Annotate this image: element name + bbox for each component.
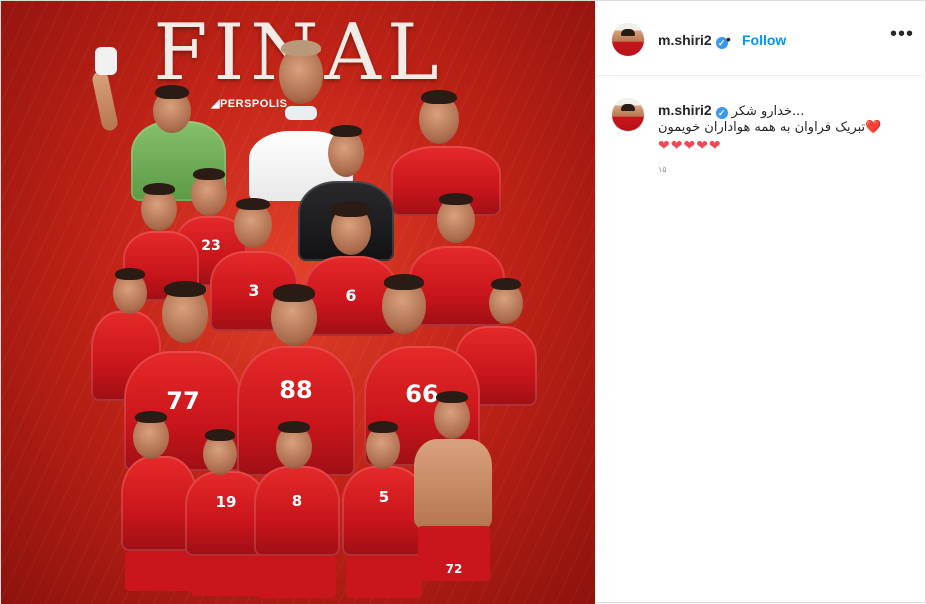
caption-text-line2: ❤️تبریک فراوان به همه هواداران خویمون xyxy=(658,120,882,135)
post-timestamp[interactable]: ۱۵ xyxy=(658,165,667,174)
player-8: 8 xyxy=(246,421,346,601)
verified-badge-icon: ✓ xyxy=(715,107,728,119)
caption-hearts: ❤❤❤❤❤ xyxy=(658,137,722,153)
header-separator: • xyxy=(726,31,731,47)
header-username[interactable]: m.shiri2 ✓ xyxy=(658,32,728,49)
caption-username[interactable]: m.shiri2 ✓ xyxy=(658,102,728,119)
more-options-icon[interactable]: ••• xyxy=(890,24,914,44)
follow-button[interactable]: Follow xyxy=(742,32,786,48)
header-avatar[interactable] xyxy=(612,24,644,56)
instagram-post: FINAL ◢PERSPOLIS 23 xyxy=(0,0,926,604)
post-image[interactable]: FINAL ◢PERSPOLIS 23 xyxy=(1,1,595,604)
caption-text-line1: خدارو شکر... xyxy=(731,104,805,119)
player-72-shirtless: 72 xyxy=(406,391,501,601)
post-sidebar: m.shiri2 ✓ • Follow ••• m.shiri2 ✓ خدارو ش… xyxy=(595,1,926,604)
caption-avatar[interactable] xyxy=(612,99,644,131)
caption-first-line: m.shiri2 ✓ خدارو شکر... xyxy=(658,101,914,121)
post-header: m.shiri2 ✓ • Follow ••• xyxy=(596,1,926,76)
